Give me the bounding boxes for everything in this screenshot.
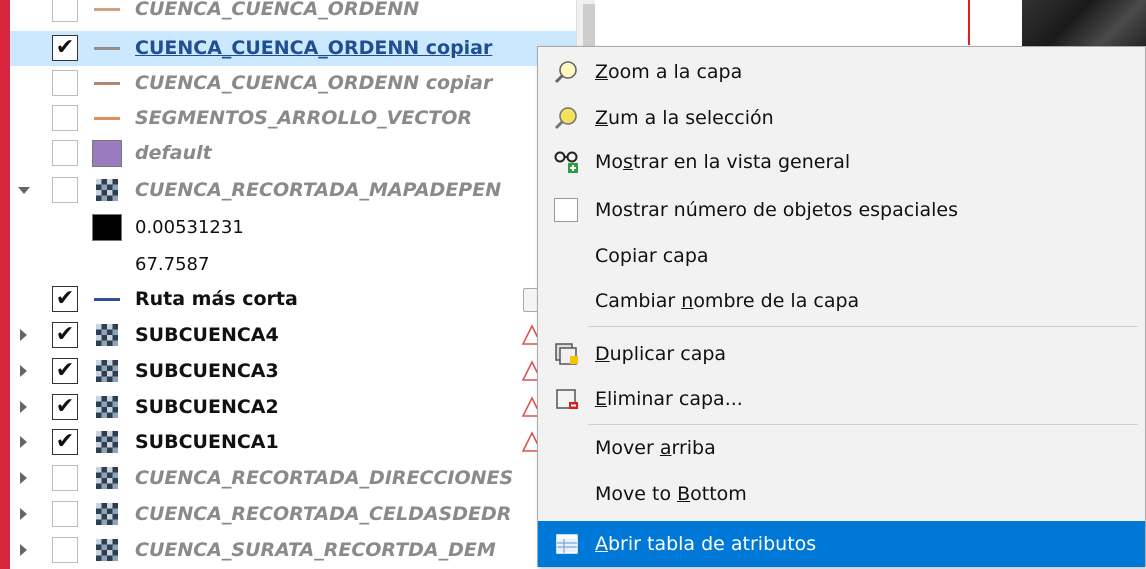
layer-row[interactable]: CUENCA_CUENCA_ORDENN (10, 0, 595, 27)
menu-separator (588, 326, 1138, 327)
layer-visibility-checkbox[interactable]: ✔ (52, 322, 78, 348)
chevron-right-icon[interactable] (20, 508, 27, 520)
checkbox-icon[interactable] (554, 198, 580, 222)
layer-visibility-checkbox[interactable]: ✔ (52, 35, 78, 61)
map-raster-preview (1022, 0, 1146, 50)
raster-layer-icon (96, 503, 118, 525)
zoom-icon (554, 60, 580, 84)
layer-row[interactable]: ✔ CUENCA_CUENCA_ORDENN copiar (10, 31, 595, 66)
layer-visibility-checkbox[interactable] (52, 177, 78, 203)
line-symbol-icon (94, 82, 120, 85)
chevron-right-icon[interactable] (20, 436, 27, 448)
layer-visibility-checkbox[interactable] (52, 140, 78, 166)
duplicate-icon (554, 342, 580, 366)
layer-label: default (135, 142, 212, 164)
layer-label: CUENCA_RECORTADA_CELDASDEDR (135, 503, 512, 525)
menu-item-rename-layer[interactable]: Cambiar nombre de la capa (538, 278, 1145, 324)
chevron-right-icon[interactable] (20, 472, 27, 484)
zoom-selection-icon (554, 106, 580, 130)
fill-symbol-icon (92, 214, 122, 241)
layer-label: CUENCA_RECORTADA_MAPADEPEN (135, 179, 502, 201)
menu-item-show-in-overview[interactable]: Mostrar en la vista general (538, 139, 1145, 185)
chevron-right-icon[interactable] (20, 401, 27, 413)
menu-item-duplicate-layer[interactable]: Duplicar capa (538, 331, 1145, 377)
line-symbol-icon (94, 47, 120, 50)
layer-visibility-checkbox[interactable] (52, 537, 78, 563)
menu-item-zoom-to-selection[interactable]: Zum a la selección (538, 95, 1145, 141)
raster-layer-icon (96, 324, 118, 346)
layer-row[interactable]: ✔ SUBCUENCA3 (10, 354, 595, 389)
layer-row[interactable]: ✔ Ruta más corta (10, 282, 595, 317)
layer-row[interactable]: CUENCA_RECORTADA_MAPADEPEN (10, 173, 595, 208)
layer-context-menu: Zoom a la capa Zum a la selección Mostra… (537, 46, 1146, 567)
layer-label: 67.7587 (135, 254, 210, 275)
menu-item-show-feature-count[interactable]: Mostrar número de objetos espaciales (538, 187, 1145, 233)
layer-label: 0.00531231 (135, 217, 244, 238)
raster-layer-icon (96, 179, 118, 201)
layer-label: CUENCA_CUENCA_ORDENN copiar (135, 37, 493, 59)
menu-item-move-to-bottom[interactable]: Move to Bottom (538, 471, 1145, 517)
layer-label: SUBCUENCA2 (135, 396, 279, 418)
menu-item-move-up[interactable]: Mover arriba (538, 425, 1145, 471)
map-red-line (968, 0, 970, 45)
remove-layer-icon (554, 387, 580, 411)
layer-label: CUENCA_CUENCA_ORDENN copiar (135, 72, 493, 94)
raster-layer-icon (96, 467, 118, 489)
layer-label: SUBCUENCA3 (135, 360, 279, 382)
layer-visibility-checkbox[interactable] (52, 0, 78, 22)
chevron-down-icon[interactable] (18, 187, 30, 194)
panel-left-accent (0, 0, 10, 569)
raster-layer-icon (96, 539, 118, 561)
fill-symbol-icon (92, 140, 122, 167)
layer-visibility-checkbox[interactable] (52, 501, 78, 527)
layer-row[interactable]: 67.7587 (10, 247, 595, 282)
overview-glasses-icon (554, 150, 580, 174)
layer-row[interactable]: default (10, 136, 595, 171)
layer-label: SUBCUENCA4 (135, 324, 279, 346)
raster-layer-icon (96, 431, 118, 453)
layer-visibility-checkbox[interactable] (52, 70, 78, 96)
menu-item-zoom-to-layer[interactable]: Zoom a la capa (538, 49, 1145, 95)
chevron-right-icon[interactable] (20, 329, 27, 341)
menu-item-copy-layer[interactable]: Copiar capa (538, 233, 1145, 279)
layer-row[interactable]: CUENCA_CUENCA_ORDENN copiar (10, 66, 595, 101)
line-symbol-icon (94, 298, 120, 301)
layer-row[interactable]: ✔ SUBCUENCA2 (10, 390, 595, 425)
layer-label: CUENCA_CUENCA_ORDENN (135, 0, 420, 20)
layer-visibility-checkbox[interactable] (52, 105, 78, 131)
layer-label: CUENCA_SURATA_RECORTDA_DEM (135, 539, 496, 561)
menu-item-remove-layer[interactable]: Eliminar capa... (538, 376, 1145, 422)
layer-visibility-checkbox[interactable]: ✔ (52, 394, 78, 420)
attribute-table-icon (554, 532, 580, 556)
layer-visibility-checkbox[interactable]: ✔ (52, 286, 78, 312)
layer-visibility-checkbox[interactable]: ✔ (52, 358, 78, 384)
layer-row[interactable]: CUENCA_RECORTADA_CELDASDEDR (10, 497, 595, 532)
line-symbol-icon (94, 8, 120, 11)
layer-visibility-checkbox[interactable]: ✔ (52, 429, 78, 455)
layer-row[interactable]: CUENCA_SURATA_RECORTDA_DEM (10, 533, 595, 568)
layer-row[interactable]: ✔ SUBCUENCA4 (10, 318, 595, 353)
layer-label: SUBCUENCA1 (135, 431, 279, 453)
layer-label: CUENCA_RECORTADA_DIRECCIONES (135, 467, 514, 489)
chevron-right-icon[interactable] (20, 544, 27, 556)
layer-visibility-checkbox[interactable] (52, 465, 78, 491)
menu-item-open-attribute-table[interactable]: Abrir tabla de atributos (538, 521, 1145, 567)
layer-row[interactable]: ✔ SUBCUENCA1 (10, 425, 595, 460)
layers-panel[interactable]: CUENCA_CUENCA_ORDENN ✔ CUENCA_CUENCA_ORDEN… (10, 0, 595, 569)
layer-row[interactable]: CUENCA_RECORTADA_DIRECCIONES (10, 461, 595, 496)
raster-layer-icon (96, 360, 118, 382)
layer-label: SEGMENTOS_ARROLLO_VECTOR (135, 107, 473, 129)
layer-label: Ruta más corta (135, 288, 298, 310)
layer-row[interactable]: SEGMENTOS_ARROLLO_VECTOR (10, 101, 595, 136)
line-symbol-icon (94, 117, 120, 120)
chevron-right-icon[interactable] (20, 365, 27, 377)
raster-layer-icon (96, 396, 118, 418)
layer-row[interactable]: 0.00531231 (10, 210, 595, 245)
